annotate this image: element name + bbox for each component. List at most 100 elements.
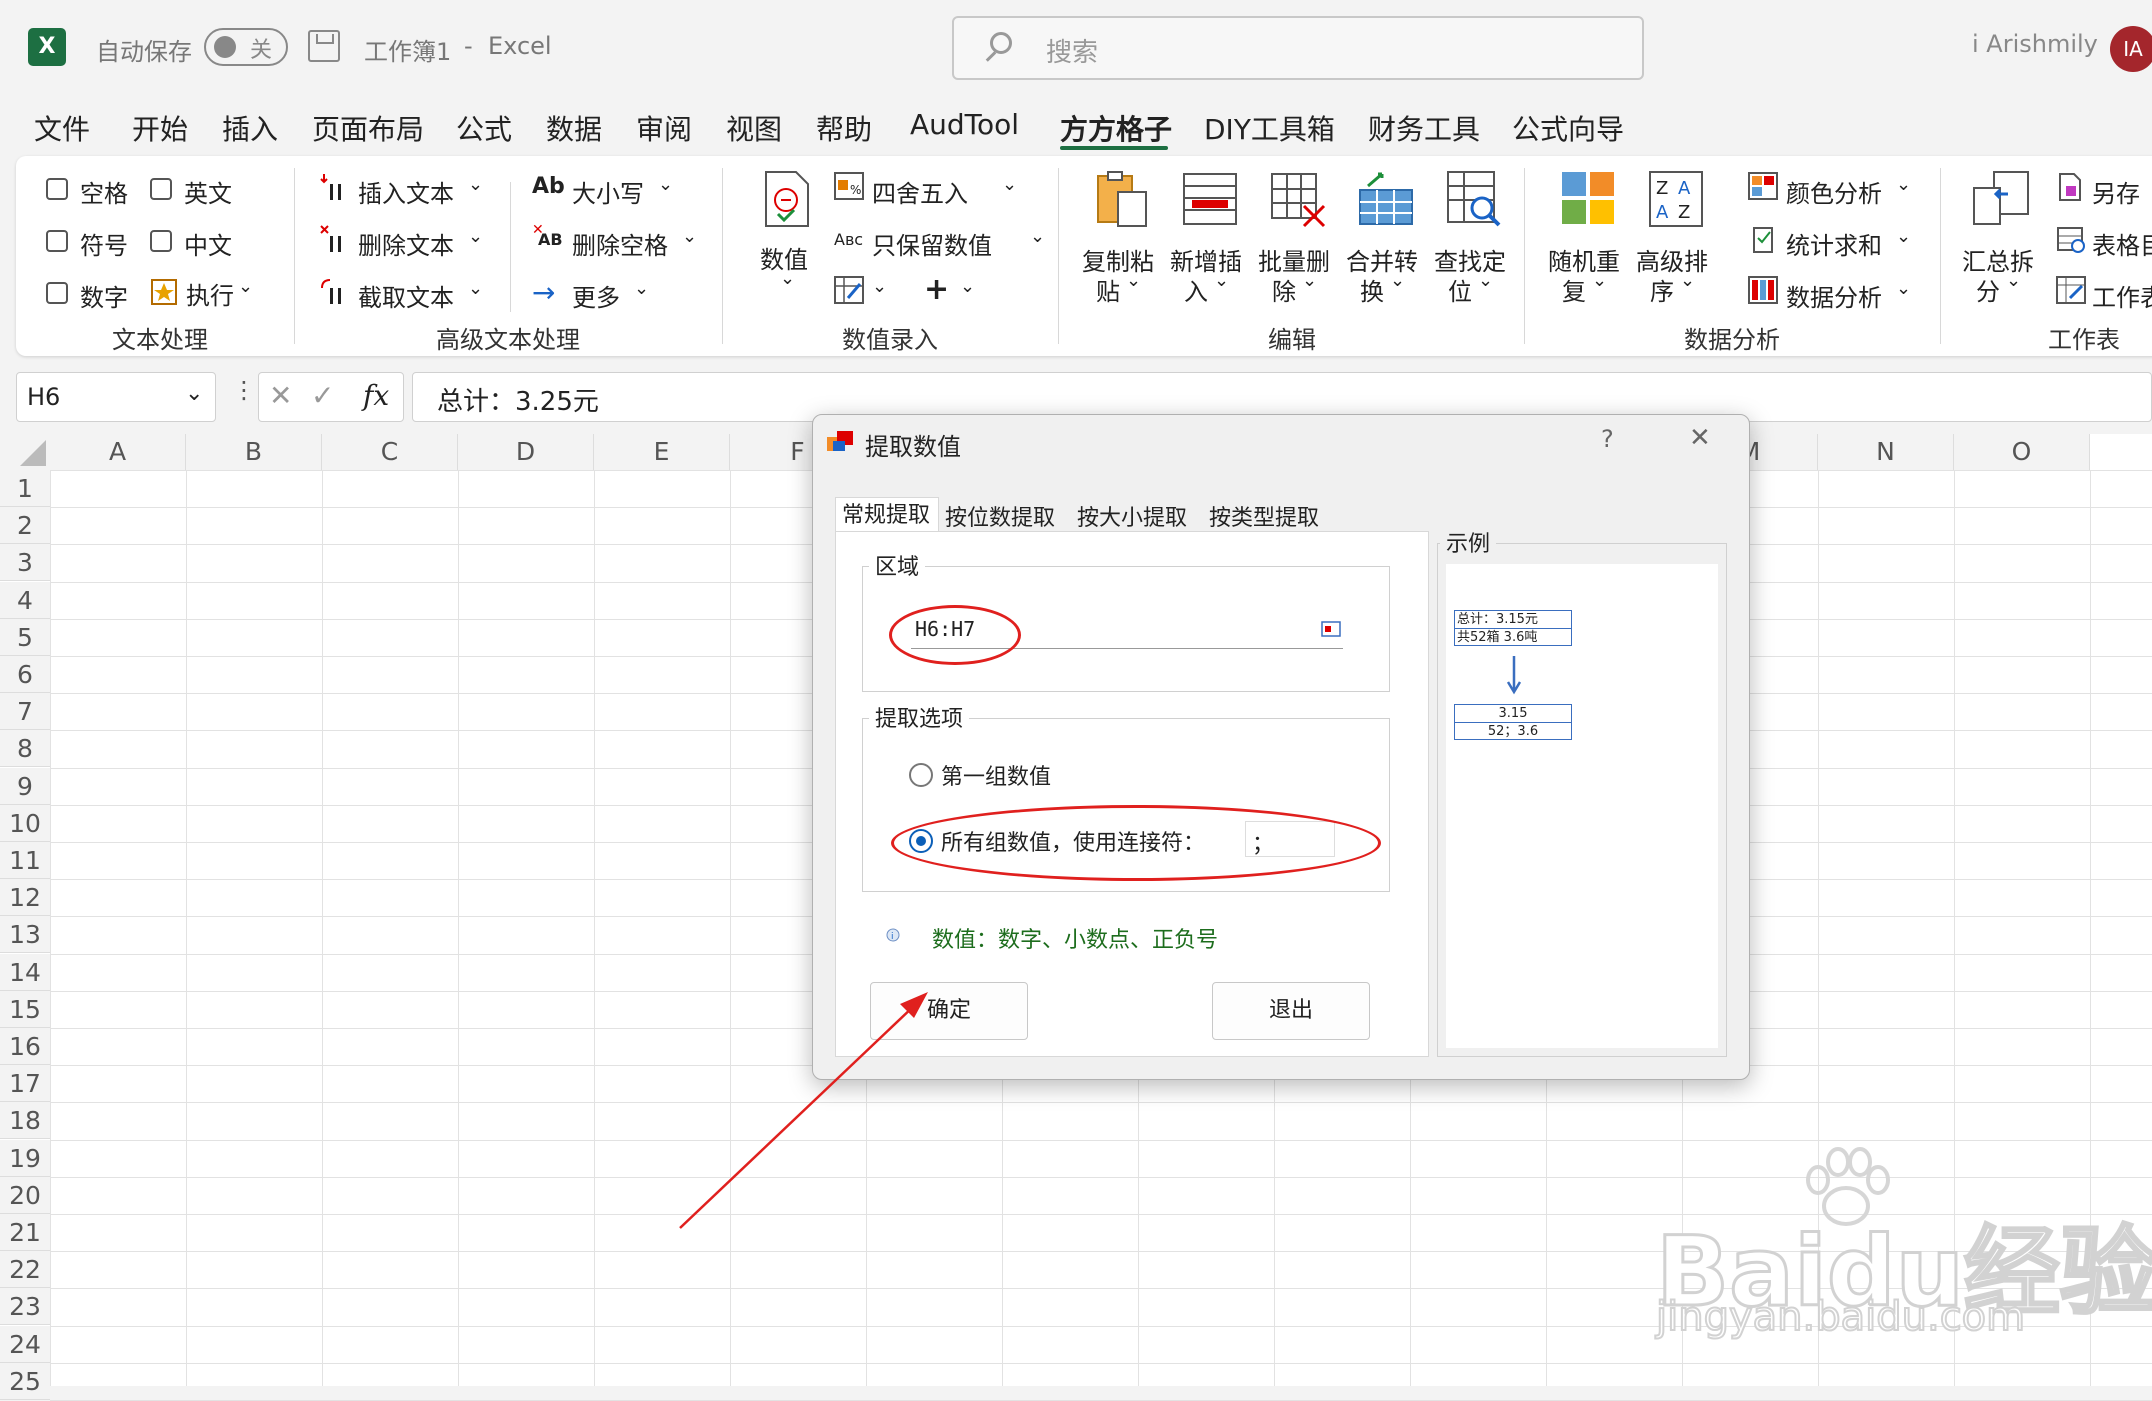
column-header-b[interactable]: B	[186, 434, 322, 470]
row-header-2[interactable]: 2	[0, 507, 50, 545]
tab-review[interactable]: 审阅	[636, 108, 692, 148]
keep-value-label: 只保留数值	[872, 232, 992, 260]
row-header-10[interactable]: 10	[0, 804, 50, 842]
svg-text:A: A	[1656, 202, 1669, 223]
column-header-e[interactable]: E	[594, 434, 730, 470]
autosave-toggle[interactable]: 关	[204, 28, 288, 66]
fx-icon[interactable]: fx	[363, 379, 389, 412]
checkbox[interactable]	[150, 230, 172, 252]
row-header-21[interactable]: 21	[0, 1214, 50, 1251]
row-header-23[interactable]: 23	[0, 1288, 50, 1326]
column-header-a[interactable]: A	[50, 434, 186, 470]
exit-button[interactable]: 退出	[1212, 982, 1370, 1040]
insert-new-button[interactable]: 新增插 入 ⌄	[1170, 170, 1250, 320]
insert-rows-icon	[1183, 173, 1237, 225]
svg-text:A: A	[1678, 178, 1691, 199]
chevron-down-icon: ⌄	[1030, 226, 1046, 247]
chevron-down-icon: ⌄	[682, 226, 698, 247]
tab-data[interactable]: 数据	[546, 108, 602, 148]
tab-extract-by-digits[interactable]: 按位数提取	[943, 497, 1063, 533]
row-header-8[interactable]: 8	[0, 730, 50, 768]
row-header-6[interactable]: 6	[0, 656, 50, 693]
tab-finance-tools[interactable]: 财务工具	[1368, 108, 1480, 148]
row-header-14[interactable]: 14	[0, 953, 50, 991]
column-header-o[interactable]: O	[1954, 434, 2090, 470]
summary-split-button[interactable]: 汇总拆 分 ⌄	[1962, 170, 2042, 320]
select-all-corner[interactable]	[0, 434, 51, 470]
avatar[interactable]: IA	[2110, 26, 2152, 72]
row-header-12[interactable]: 12	[0, 879, 50, 917]
row-header-7[interactable]: 7	[0, 693, 50, 731]
row-header-24[interactable]: 24	[0, 1325, 50, 1363]
row-header-11[interactable]: 11	[0, 842, 50, 879]
checkbox[interactable]	[46, 230, 68, 252]
column-header-d[interactable]: D	[458, 434, 594, 470]
tab-diy-toolbox[interactable]: DIY工具箱	[1204, 108, 1335, 148]
extract-text-icon	[321, 279, 341, 304]
row-header-19[interactable]: 19	[0, 1139, 50, 1177]
tab-fangfanggezi[interactable]: 方方格子	[1060, 108, 1172, 148]
example-after-line: 3.15	[1455, 705, 1571, 723]
chevron-down-icon: ⌄	[634, 278, 650, 299]
row-header-18[interactable]: 18	[0, 1102, 50, 1140]
tab-extract-by-size[interactable]: 按大小提取	[1075, 497, 1195, 533]
name-box[interactable]: H6 ⌄	[16, 372, 216, 422]
range-select-icon[interactable]	[1321, 621, 1341, 637]
row-header-13[interactable]: 13	[0, 916, 50, 954]
row-header-1[interactable]: 1	[0, 470, 50, 507]
abc-icon: Aʙᴄ	[834, 230, 864, 249]
ok-button[interactable]: 确定	[870, 982, 1028, 1040]
batch-delete-button[interactable]: 批量删 除 ⌄	[1258, 170, 1338, 320]
check-label: 数字	[80, 284, 128, 312]
tab-page-layout[interactable]: 页面布局	[312, 108, 424, 148]
checkbox[interactable]	[46, 282, 68, 304]
formula-buttons: ✕ ✓ fx	[258, 372, 404, 422]
tab-view[interactable]: 视图	[726, 108, 782, 148]
example-after-line: 52；3.6	[1487, 724, 1539, 739]
random-repeat-button[interactable]: 随机重 复 ⌄	[1548, 170, 1628, 320]
row-header-15[interactable]: 15	[0, 990, 50, 1028]
column-header-n[interactable]: N	[1818, 434, 1954, 470]
row-header-9[interactable]: 9	[0, 767, 50, 805]
cancel-icon[interactable]: ✕	[269, 379, 292, 412]
tab-general-extract[interactable]: 常规提取	[835, 497, 939, 534]
radio-button[interactable]	[909, 763, 933, 787]
row-header-20[interactable]: 20	[0, 1176, 50, 1214]
column-header-c[interactable]: C	[322, 434, 458, 470]
merge-convert-button[interactable]: 合并转 换 ⌄	[1346, 170, 1426, 320]
row-header-17[interactable]: 17	[0, 1065, 50, 1103]
help-icon[interactable]: ?	[1601, 425, 1614, 453]
grid-vline	[2090, 470, 2091, 1386]
find-locate-button[interactable]: 查找定 位 ⌄	[1434, 170, 1514, 320]
save-icon[interactable]	[308, 30, 340, 62]
close-icon[interactable]: ✕	[1689, 423, 1711, 453]
tab-audtool[interactable]: AudTool	[910, 108, 1019, 141]
tab-file[interactable]: 文件	[34, 108, 90, 148]
copy-paste-button[interactable]: 复制粘 贴 ⌄	[1082, 170, 1162, 320]
row-header-4[interactable]: 4	[0, 581, 50, 619]
row-header-3[interactable]: 3	[0, 544, 50, 582]
check-icon[interactable]: ✓	[311, 379, 334, 412]
checkbox[interactable]	[46, 178, 68, 200]
advanced-sort-button[interactable]: ZAAZ 高级排 序 ⌄	[1636, 170, 1716, 320]
tab-insert[interactable]: 插入	[222, 108, 278, 148]
row-header-5[interactable]: 5	[0, 618, 50, 656]
chevron-down-icon: ⌄	[238, 276, 254, 297]
value-button[interactable]: 数值 ⌄	[754, 170, 822, 310]
row-header-16[interactable]: 16	[0, 1028, 50, 1065]
row-header-22[interactable]: 22	[0, 1251, 50, 1289]
grid-hline	[50, 1176, 2152, 1178]
more-options-icon[interactable]: ⋮	[232, 376, 256, 404]
tab-formula-wizard[interactable]: 公式向导	[1512, 108, 1624, 148]
checkbox[interactable]	[150, 178, 172, 200]
tab-help[interactable]: 帮助	[816, 108, 872, 148]
search-box[interactable]: 搜索	[952, 16, 1644, 80]
tab-formulas[interactable]: 公式	[456, 108, 512, 148]
user-name[interactable]: i Arishmily	[1972, 30, 2098, 58]
example-after-box: 3.15 52；3.6	[1454, 704, 1572, 740]
tab-home[interactable]: 开始	[132, 108, 188, 148]
chevron-down-icon[interactable]: ⌄	[185, 381, 203, 406]
case-label: 大小写	[572, 180, 644, 208]
row-header-25[interactable]: 25	[0, 1362, 50, 1400]
tab-extract-by-type[interactable]: 按类型提取	[1207, 497, 1327, 533]
